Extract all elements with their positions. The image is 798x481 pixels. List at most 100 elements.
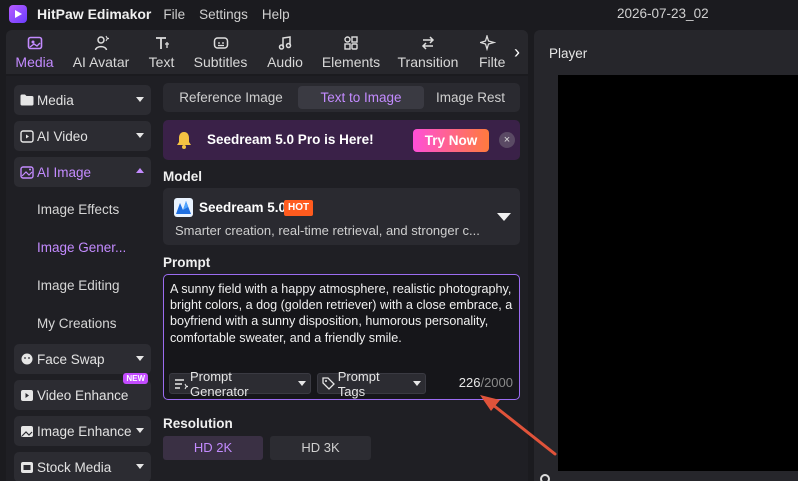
sidebar-item-stock-media[interactable]: Stock Media	[14, 452, 151, 481]
tool-subtitles[interactable]: Subtitles	[184, 30, 257, 74]
face-swap-icon	[20, 352, 34, 366]
audio-icon	[276, 34, 294, 52]
video-enhance-icon	[20, 388, 34, 402]
app-title: HitPaw Edimakor	[37, 6, 152, 22]
prompt-generator-button[interactable]: Prompt Generator	[169, 369, 311, 399]
tool-media[interactable]: Media	[6, 30, 63, 74]
media-icon	[26, 34, 44, 52]
sidebar-subitem-image-effects[interactable]: Image Effects	[37, 202, 119, 217]
tool-audio-label: Audio	[267, 54, 303, 70]
text-icon	[153, 34, 171, 52]
chevron-down-icon[interactable]	[497, 213, 511, 221]
avatar-icon	[92, 34, 110, 52]
tool-elements[interactable]: Elements	[313, 30, 389, 74]
char-max: /2000	[480, 375, 513, 390]
tool-transition[interactable]: Transition	[389, 30, 467, 74]
sidebar-subitem-image-editing[interactable]: Image Editing	[37, 278, 120, 293]
char-count: 226	[458, 375, 481, 390]
menu-file[interactable]: File	[163, 7, 185, 22]
player-preview[interactable]	[558, 75, 798, 471]
sidebar-item-face-swap[interactable]: Face Swap	[14, 344, 151, 374]
chevron-down-icon	[413, 381, 421, 386]
tab-reference-image[interactable]: Reference Image	[169, 86, 293, 109]
tool-text-label: Text	[148, 54, 175, 70]
sidebar-item-ai-video[interactable]: AI Video	[14, 121, 151, 151]
model-select[interactable]: Seedream 5.0 HOT Smarter creation, real-…	[163, 188, 520, 245]
title-bar: HitPaw Edimakor File Settings Help 2026-…	[0, 0, 798, 28]
sidebar-item-label: AI Video	[37, 128, 88, 144]
sidebar-item-label: Image Enhance	[37, 423, 132, 439]
chevron-down-icon	[136, 133, 144, 138]
tool-transition-label: Transition	[397, 54, 459, 70]
tab-image-restore[interactable]: Image Rest	[436, 86, 520, 109]
tool-ai-avatar-label: AI Avatar	[72, 54, 130, 70]
sidebar-item-label: Video Enhance	[37, 387, 129, 403]
prompt-generator-icon	[174, 378, 190, 390]
chevron-down-icon	[136, 428, 144, 433]
sidebar-item-label: Stock Media	[37, 459, 112, 475]
model-label: Model	[163, 169, 202, 184]
main-toolbar: Media AI Avatar Text Subtitles Audio Ele…	[6, 30, 528, 74]
stock-media-icon	[20, 460, 34, 474]
prompt-tags-button[interactable]: Prompt Tags	[317, 369, 426, 399]
chevron-up-icon	[136, 168, 144, 173]
model-description: Smarter creation, real-time retrieval, a…	[175, 223, 480, 238]
sidebar-subitem-my-creations[interactable]: My Creations	[37, 316, 117, 331]
tool-media-label: Media	[15, 54, 54, 70]
image-enhance-icon	[20, 424, 34, 438]
new-badge: NEW	[123, 373, 148, 384]
promo-text: Seedream 5.0 Pro is Here!	[207, 132, 374, 147]
menu-settings[interactable]: Settings	[199, 7, 248, 22]
player-title: Player	[549, 46, 588, 61]
sidebar-item-media[interactable]: Media	[14, 85, 151, 115]
prompt-text[interactable]: A sunny field with a happy atmosphere, r…	[170, 281, 516, 346]
ai-image-icon	[20, 165, 34, 179]
chevron-down-icon	[298, 381, 306, 386]
project-name: 2026-07-23_02	[617, 6, 709, 21]
resolution-hd-2k-button[interactable]: HD 2K	[163, 436, 263, 460]
subtitles-icon	[212, 34, 230, 52]
mode-tabs: Reference Image Text to Image Image Rest	[163, 83, 520, 112]
resolution-hd-3k-button[interactable]: HD 3K	[270, 436, 371, 460]
prompt-input[interactable]: A sunny field with a happy atmosphere, r…	[163, 274, 520, 400]
tool-elements-label: Elements	[321, 54, 381, 70]
app-logo-icon	[9, 5, 27, 23]
model-name: Seedream 5.0	[199, 200, 287, 215]
sidebar-item-label: AI Image	[37, 164, 92, 180]
sidebar-item-ai-image[interactable]: AI Image	[14, 157, 151, 187]
toolbar-scroll-right-icon[interactable]: ›	[506, 30, 528, 74]
ai-image-panel: Reference Image Text to Image Image Rest…	[156, 76, 528, 481]
tool-audio[interactable]: Audio	[257, 30, 313, 74]
promo-banner: Seedream 5.0 Pro is Here! Try Now ×	[163, 120, 520, 160]
resolution-label: Resolution	[163, 416, 233, 431]
sidebar-item-label: Face Swap	[37, 351, 105, 367]
prompt-tags-label: Prompt Tags	[337, 368, 380, 399]
close-icon[interactable]: ×	[499, 132, 515, 148]
sidebar: Media AI Video AI Image Image Effects Im…	[6, 76, 156, 481]
tool-text[interactable]: Text	[139, 30, 184, 74]
ai-video-icon	[20, 129, 34, 143]
menu-help[interactable]: Help	[262, 7, 290, 22]
tab-text-to-image[interactable]: Text to Image	[298, 86, 424, 109]
tool-ai-avatar[interactable]: AI Avatar	[63, 30, 139, 74]
prompt-generator-label: Prompt Generator	[190, 368, 249, 399]
player-header: Player	[534, 30, 798, 75]
tool-subtitles-label: Subtitles	[193, 54, 248, 70]
sidebar-subitem-image-generator[interactable]: Image Gener...	[37, 240, 126, 255]
try-now-button[interactable]: Try Now	[413, 129, 489, 152]
chevron-down-icon	[136, 97, 144, 102]
seedream-logo-icon	[174, 198, 193, 217]
filter-icon	[479, 34, 497, 52]
bell-icon	[174, 130, 194, 150]
sidebar-item-video-enhance[interactable]: Video Enhance NEW	[14, 373, 151, 410]
playhead-handle[interactable]	[540, 474, 550, 481]
player-side-strip	[534, 75, 558, 481]
sidebar-item-image-enhance[interactable]: Image Enhance	[14, 416, 151, 446]
hot-badge: HOT	[284, 200, 314, 216]
player-controls	[558, 471, 798, 481]
transition-icon	[419, 34, 437, 52]
prompt-label: Prompt	[163, 255, 211, 270]
chevron-down-icon	[136, 464, 144, 469]
folder-icon	[20, 93, 34, 107]
sidebar-item-label: Media	[37, 92, 74, 108]
